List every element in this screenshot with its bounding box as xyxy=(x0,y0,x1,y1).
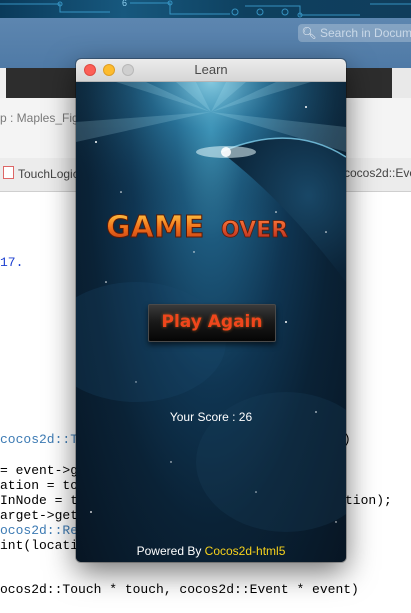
score-label: Your Score : 26 xyxy=(169,410,253,424)
powered-by-credit: Powered By Cocos2d-html5 xyxy=(76,544,346,558)
tab-label: TouchLogic. xyxy=(18,167,83,181)
game-over-title: GAME OVER xyxy=(76,202,346,257)
title-game: GAME xyxy=(106,210,204,245)
title-over: OVER xyxy=(221,218,288,243)
game-over-logo: GAME OVER xyxy=(106,210,289,246)
code-line: ation = tou xyxy=(0,478,86,493)
documentation-search-field[interactable]: 🔍︎Search in Documentation xyxy=(298,24,411,42)
cocos2d-brand: Cocos2d-html5 xyxy=(204,544,286,558)
search-placeholder: Search in Documentation xyxy=(320,26,411,40)
code-line: 17. xyxy=(0,255,24,270)
learn-app-window: Learn GAME OVER Play Again Your Score: … xyxy=(76,59,346,562)
powered-by-prefix: Powered By xyxy=(136,544,205,558)
code-line: = event->g xyxy=(0,463,79,478)
desktop-wallpaper: 6 xyxy=(0,0,411,18)
file-icon xyxy=(3,166,14,179)
svg-text:6: 6 xyxy=(122,0,127,8)
tab-touchlogic[interactable]: TouchLogic. xyxy=(0,166,82,181)
code-line-tail: tion); xyxy=(345,493,392,508)
code-line: InNode = ta xyxy=(0,493,86,508)
breadcrumb[interactable]: p : Maples_Fig xyxy=(0,111,79,125)
code-line: ocos2d::Touch * touch, cocos2d::Event * … xyxy=(0,582,359,597)
code-line: ocos2d::Rec xyxy=(0,523,86,538)
code-line: int(locatio xyxy=(0,538,86,553)
game-canvas[interactable]: GAME OVER Play Again Your Score : 26 Pow… xyxy=(76,82,346,562)
window-titlebar[interactable]: Learn xyxy=(76,59,346,82)
wallpaper-circuit-pattern: 6 xyxy=(0,0,411,18)
code-line: arget->get xyxy=(0,508,79,523)
search-icon: 🔍︎ xyxy=(301,26,317,40)
tab-cocos2d-event[interactable]: cocos2d::Eve xyxy=(344,166,411,180)
window-title: Learn xyxy=(194,62,228,77)
play-again-button[interactable]: Play Again xyxy=(148,304,276,342)
